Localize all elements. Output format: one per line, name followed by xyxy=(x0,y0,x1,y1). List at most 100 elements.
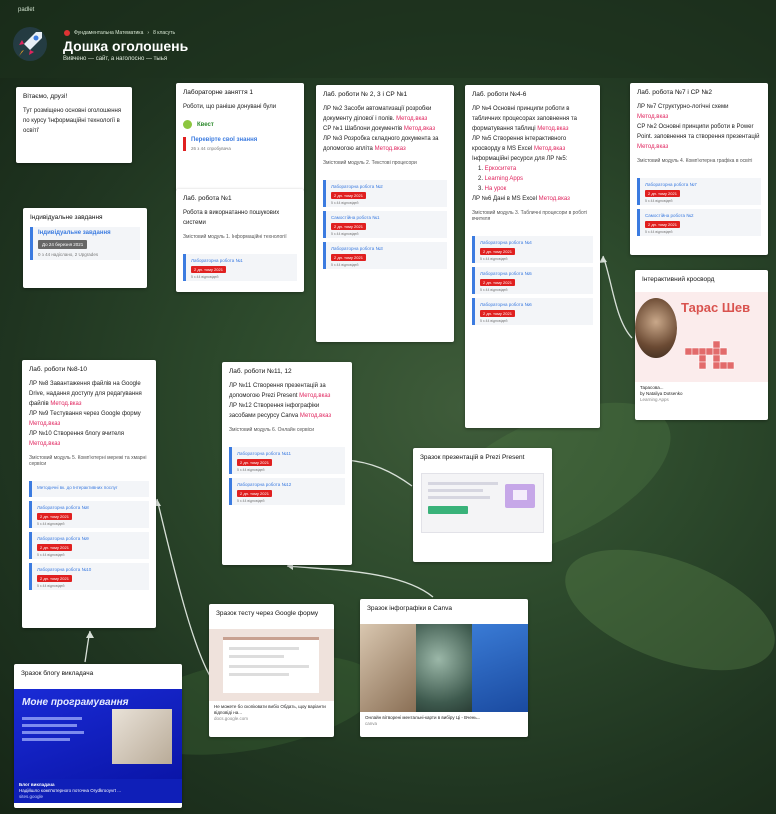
card-title: Індивідуальне завдання xyxy=(30,214,103,221)
check-knowledge-label: Перевірте свої знання xyxy=(191,137,258,143)
card-google-form-sample[interactable]: Зразок тесту через Google форму Не может… xyxy=(209,604,334,737)
resource-link[interactable]: Eркоситета xyxy=(485,166,517,172)
deadline-badge: 2 дн. тому 2021 xyxy=(237,459,272,466)
card-title: Зразок тесту через Google форму xyxy=(216,610,319,617)
method-link[interactable]: Метод.вказ xyxy=(300,413,331,419)
method-link[interactable]: Метод.вказ xyxy=(29,441,60,447)
attachment[interactable]: Лабораторна робота №6 2 дн. тому 2021 5 з … xyxy=(472,298,593,325)
breadcrumb-item[interactable]: Фундаментальна Математика xyxy=(74,30,143,36)
attachment-meta: 5 з 44 відповідей xyxy=(37,522,65,526)
check-knowledge-link[interactable]: Перевірте свої знання 26 з 44 спробувача xyxy=(183,137,297,151)
attachment-title: Лабораторна робота №7 xyxy=(645,182,697,187)
attachment-meta: 5 з 44 відповідей xyxy=(480,319,508,323)
method-link[interactable]: Метод.вказ xyxy=(375,146,406,152)
check-knowledge-meta: 26 з 44 спробувача xyxy=(191,146,231,151)
photo-person xyxy=(360,624,416,712)
breadcrumb-dot-icon xyxy=(64,30,70,36)
list-number: 2. xyxy=(478,176,485,182)
card-lab-8-10[interactable]: Лаб. роботи №8-10 ЛР №8 Завантаження фай… xyxy=(22,360,156,628)
breadcrumb-item[interactable]: 8 класуть xyxy=(153,30,175,36)
quest-link[interactable]: Квест xyxy=(183,120,297,129)
card-prezi-sample[interactable]: Зразок презентацій в Prezi Present xyxy=(413,448,552,562)
resource-link[interactable]: На урок xyxy=(485,186,507,192)
line-text: ЛР №9 Тестування через Google форму xyxy=(29,411,141,417)
attachment-meta: 5 з 44 відповідей xyxy=(331,263,359,267)
module-label: Змістовий модуль 3. Табличні процесори в… xyxy=(472,210,588,222)
attachment[interactable]: Лабораторна робота №10 2 дн. тому 2021 5 з… xyxy=(29,563,149,590)
card-lab-7[interactable]: Лаб. робота №7 і СР №2 ЛР №7 Структурно-… xyxy=(630,83,768,255)
line-text: СР №1 Шаблони документів xyxy=(323,126,404,132)
deadline-badge: 2 дн. тому 2021 xyxy=(37,544,72,551)
attachment-meta: 5 з 44 відповідей xyxy=(37,584,65,588)
card-welcome[interactable]: Вітаємо, друзі! Тут розміщено основні ог… xyxy=(16,87,132,163)
blog-banner: Моне програмування xyxy=(22,697,129,708)
attachment-title: Лабораторна робота №10 xyxy=(37,567,92,572)
card-title: Лабораторне заняття 1 xyxy=(183,89,254,96)
card-crossword[interactable]: Інтерактивний кросворд Тарас Шев Тарасов… xyxy=(635,270,768,420)
card-lab-2-3[interactable]: Лаб. роботи № 2, 3 і СР №1 ЛР №2 Засоби … xyxy=(316,85,454,342)
module-label: Змістовий модуль 5. Комп'ютерні мережі т… xyxy=(29,455,147,467)
deadline-badge: 2 дн. тому 2021 xyxy=(480,279,515,286)
module-label: Змістовий модуль 1. Інформаційні техноло… xyxy=(183,234,287,240)
method-link[interactable]: Метод.вказ xyxy=(29,421,60,427)
attachment[interactable]: Лабораторна робота №11 2 дн. тому 2021 5 з… xyxy=(229,447,345,474)
quest-label: Квест xyxy=(197,121,214,128)
card-blog-sample[interactable]: Зразок блогу викладача Моне програмуванн… xyxy=(14,664,182,808)
deadline-badge: 2 дн. тому 2021 xyxy=(645,190,680,197)
attachment[interactable]: Методичні вк. до Інтерактивних послуг xyxy=(29,481,149,497)
google-form-preview[interactable] xyxy=(209,629,334,701)
card-individual-task[interactable]: Індивідуальне завдання Індивідуальне зав… xyxy=(23,208,147,288)
blog-preview[interactable]: Моне програмування xyxy=(14,689,182,779)
attachment-title: Лабораторна робота №11 xyxy=(237,451,291,456)
method-link[interactable]: Метод.вказ xyxy=(537,126,568,132)
attachment[interactable]: Самостійна робота №2 2 дн. тому 2021 5 з 4… xyxy=(637,209,761,236)
photo-laptop xyxy=(472,624,528,712)
module-label: Змістовий модуль 2. Текстові процесори xyxy=(323,160,417,166)
resource-link[interactable]: Learning Apps xyxy=(485,176,523,182)
method-link[interactable]: Метод.вказ xyxy=(404,126,435,132)
attachment-meta: 5 з 44 відповідей xyxy=(331,201,359,205)
app-name: padlet xyxy=(18,7,35,13)
method-link[interactable]: Метод.вказ xyxy=(50,401,81,407)
attachment-meta: 5 з 44 відповідей xyxy=(237,468,265,472)
attachment[interactable]: Лабораторна робота №7 2 дн. тому 2021 5 з … xyxy=(637,178,761,205)
card-title: Вітаємо, друзі! xyxy=(23,93,68,100)
card-lab-11-12[interactable]: Лаб. роботи №11, 12 ЛР №11 Створення пре… xyxy=(222,362,352,565)
method-link[interactable]: Метод.вказ xyxy=(637,144,668,150)
card-lab-1[interactable]: Лабораторне заняття 1 Роботи, що раніше … xyxy=(176,83,304,191)
deadline-badge: 2 дн. тому 2021 xyxy=(331,254,366,261)
line-text: ЛР №10 Створення блогу вчителя xyxy=(29,431,125,437)
method-link[interactable]: Метод.вказ xyxy=(539,196,570,202)
method-link[interactable]: Метод.вказ xyxy=(534,146,565,152)
attachment[interactable]: Лабораторна робота №5 2 дн. тому 2021 5 з … xyxy=(472,267,593,294)
card-canva-sample[interactable]: Зразок інфографіки в Canva Онлайн вітвор… xyxy=(360,599,528,737)
method-link[interactable]: Метод.вказ xyxy=(299,393,330,399)
method-link[interactable]: Метод.вказ xyxy=(637,114,668,120)
canva-preview[interactable] xyxy=(360,624,528,712)
card-lab-4-6[interactable]: Лаб. роботи №4-6 ЛР №4 Основні принципи … xyxy=(465,85,600,428)
portrait-image xyxy=(635,298,677,358)
crossword-preview[interactable]: Тарас Шев xyxy=(635,292,768,382)
attachment[interactable]: Лабораторна робота №4 2 дн. тому 2021 5 з … xyxy=(472,236,593,263)
module-label: Змістовий модуль 4. Комп'ютерна графіка … xyxy=(637,158,753,164)
line-text: Інформаційні ресурси для ЛР №5: xyxy=(472,156,568,162)
attachment-title: Лабораторна робота №5 xyxy=(480,271,532,276)
attachment-meta: 5 з 44 відповідей xyxy=(480,257,508,261)
attachment[interactable]: Лабораторна робота №8 2 дн. тому 2021 5 з … xyxy=(29,501,149,528)
attachment[interactable]: Лабораторна робота №12 2 дн. тому 2021 5 з… xyxy=(229,478,345,505)
attachment-meta: 5 з 44 відповідей xyxy=(191,275,219,279)
attachment[interactable]: Самостійна робота №1 2 дн. тому 2021 5 з 4… xyxy=(323,211,447,238)
blog-caption-meta: sites.google xyxy=(19,794,44,799)
attachment-meta: 5 з 44 відповідей xyxy=(37,553,65,557)
attachment[interactable]: Лабораторна робота №2 2 дн. тому 2021 5 з … xyxy=(323,180,447,207)
method-link[interactable]: Метод.вказ xyxy=(396,116,427,122)
attachment[interactable]: Лабораторна робота №3 2 дн. тому 2021 5 з … xyxy=(323,242,447,269)
individual-task-link[interactable]: Індивідуальне завдання xyxy=(38,230,135,236)
attachment[interactable]: Лабораторна робота №1 2 дн. тому 2021 5 … xyxy=(183,254,297,281)
attachment-title: Самостійна робота №2 xyxy=(645,213,694,218)
rocket-icon xyxy=(13,27,47,61)
attachment[interactable]: Лабораторна робота №9 2 дн. тому 2021 5 з … xyxy=(29,532,149,559)
card-lab-1-search[interactable]: Лаб. робота №1 Робота в викорнатанно пош… xyxy=(176,189,304,292)
card-body: Тут розміщено основні оголошення по курс… xyxy=(23,108,122,134)
prezi-preview[interactable] xyxy=(421,473,544,533)
